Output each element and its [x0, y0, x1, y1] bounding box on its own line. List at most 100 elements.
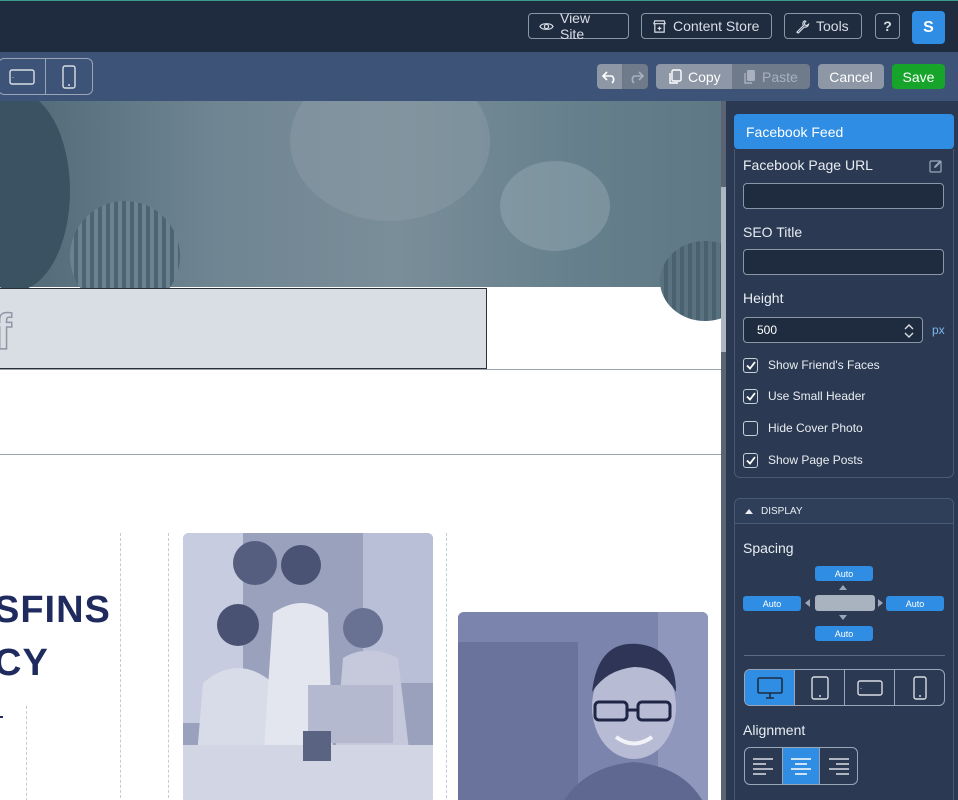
portrait-photo[interactable]	[458, 612, 708, 800]
eye-icon	[539, 22, 554, 30]
undo-button[interactable]	[597, 64, 623, 89]
device-desktop-tab[interactable]	[745, 670, 795, 705]
seo-title-label: SEO Title	[743, 224, 803, 240]
spacing-element-box	[815, 595, 875, 611]
copy-icon	[669, 69, 682, 84]
spinner-icon[interactable]	[904, 323, 914, 339]
help-button[interactable]: ?	[875, 13, 900, 39]
checkbox-use-small-header[interactable]	[743, 389, 758, 404]
device-tablet-landscape-tab[interactable]	[845, 670, 895, 705]
check-icon	[745, 456, 756, 465]
check-icon	[745, 392, 756, 401]
heading-line[interactable]: SFINS	[0, 589, 111, 632]
height-input[interactable]: 500	[743, 317, 923, 343]
divider	[0, 454, 721, 455]
spacing-top[interactable]: Auto	[815, 566, 873, 581]
arrow-right-icon	[878, 599, 883, 607]
mobile-icon	[912, 675, 927, 700]
help-icon: ?	[883, 18, 892, 34]
align-left-icon	[753, 758, 774, 775]
page-url-input[interactable]	[743, 183, 944, 209]
align-center-icon	[791, 758, 811, 775]
content-store-button[interactable]: Content Store	[641, 13, 772, 39]
divider	[0, 369, 721, 370]
copy-button[interactable]: Copy	[656, 64, 732, 89]
checkbox-label: Show Friend's Faces	[768, 358, 880, 372]
facebook-icon: f	[0, 303, 12, 361]
editor-toolbar: Copy Paste Cancel Save	[0, 52, 958, 101]
alignment-label: Alignment	[743, 722, 806, 738]
column-guide	[446, 533, 447, 800]
display-device-tabs	[744, 669, 945, 706]
top-bar: View Site Content Store Tools ? S	[0, 0, 958, 52]
check-icon	[745, 361, 756, 370]
view-site-label: View Site	[559, 10, 591, 42]
edit-icon[interactable]	[929, 159, 943, 173]
desktop-icon	[756, 676, 783, 699]
properties-panel: Facebook Feed Facebook Page URL SEO Titl…	[726, 101, 958, 800]
portrait-photo-art	[458, 612, 708, 800]
spacing-label: Spacing	[743, 540, 794, 556]
user-avatar[interactable]: S	[912, 11, 945, 44]
spacing-right[interactable]: Auto	[886, 596, 944, 611]
display-section-title: DISPLAY	[761, 505, 803, 517]
tools-label: Tools	[816, 18, 849, 34]
cancel-button[interactable]: Cancel	[818, 64, 884, 89]
page-url-label: Facebook Page URL	[743, 157, 873, 173]
tablet-landscape-icon	[9, 68, 35, 85]
avatar-initial: S	[923, 18, 934, 36]
arrow-down-icon	[839, 615, 847, 620]
checkbox-show-friends-faces[interactable]	[743, 358, 758, 373]
device-tablet-tab[interactable]	[795, 670, 845, 705]
save-button[interactable]: Save	[892, 64, 945, 89]
text-fragment	[0, 716, 3, 718]
facebook-feed-placeholder[interactable]: f	[0, 288, 487, 369]
history-group	[597, 64, 648, 89]
column-guide	[168, 533, 169, 800]
divider	[744, 655, 945, 656]
checkbox-label: Use Small Header	[768, 389, 866, 403]
display-section-header[interactable]: DISPLAY	[735, 499, 953, 524]
column-guide	[120, 533, 121, 800]
paste-label: Paste	[762, 68, 798, 85]
checkbox-hide-cover-photo[interactable]	[743, 421, 758, 436]
copy-label: Copy	[688, 68, 721, 85]
align-left-button[interactable]	[745, 748, 783, 784]
alignment-group	[744, 747, 858, 785]
wrench-icon	[795, 19, 810, 34]
paste-button[interactable]: Paste	[732, 64, 810, 89]
tools-button[interactable]: Tools	[784, 13, 862, 39]
store-icon	[653, 19, 666, 33]
device-mobile-button[interactable]	[46, 59, 92, 94]
panel-title: Facebook Feed	[734, 114, 954, 149]
spacing-left[interactable]: Auto	[743, 596, 801, 611]
mobile-icon	[62, 64, 76, 89]
undo-icon	[601, 70, 614, 84]
page-canvas[interactable]: f SFINS CY	[0, 101, 721, 800]
redo-icon	[631, 70, 644, 84]
heading-line[interactable]: CY	[0, 642, 49, 685]
device-tablet-landscape-button[interactable]	[0, 59, 46, 94]
arrow-up-icon	[839, 585, 847, 590]
team-photo[interactable]	[183, 533, 433, 800]
align-right-button[interactable]	[820, 748, 857, 784]
display-section: DISPLAY Spacing Auto Auto Auto Auto Alig…	[734, 498, 954, 800]
device-preview-group	[0, 58, 93, 95]
checkbox-label: Hide Cover Photo	[768, 421, 863, 435]
height-unit: px	[932, 323, 945, 337]
team-photo-art	[183, 533, 433, 800]
content-store-label: Content Store	[673, 18, 760, 34]
spacing-bottom[interactable]: Auto	[815, 626, 873, 641]
column-guide	[26, 706, 27, 800]
redo-button[interactable]	[623, 64, 648, 89]
paste-icon	[744, 70, 755, 84]
seo-title-input[interactable]	[743, 249, 944, 275]
height-value: 500	[757, 323, 778, 337]
height-label: Height	[743, 290, 784, 306]
device-mobile-tab[interactable]	[895, 670, 944, 705]
checkbox-show-page-posts[interactable]	[743, 453, 758, 468]
view-site-button[interactable]: View Site	[528, 10, 629, 42]
align-right-icon	[828, 758, 849, 775]
hero-image	[0, 101, 721, 321]
align-center-button[interactable]	[782, 748, 821, 784]
